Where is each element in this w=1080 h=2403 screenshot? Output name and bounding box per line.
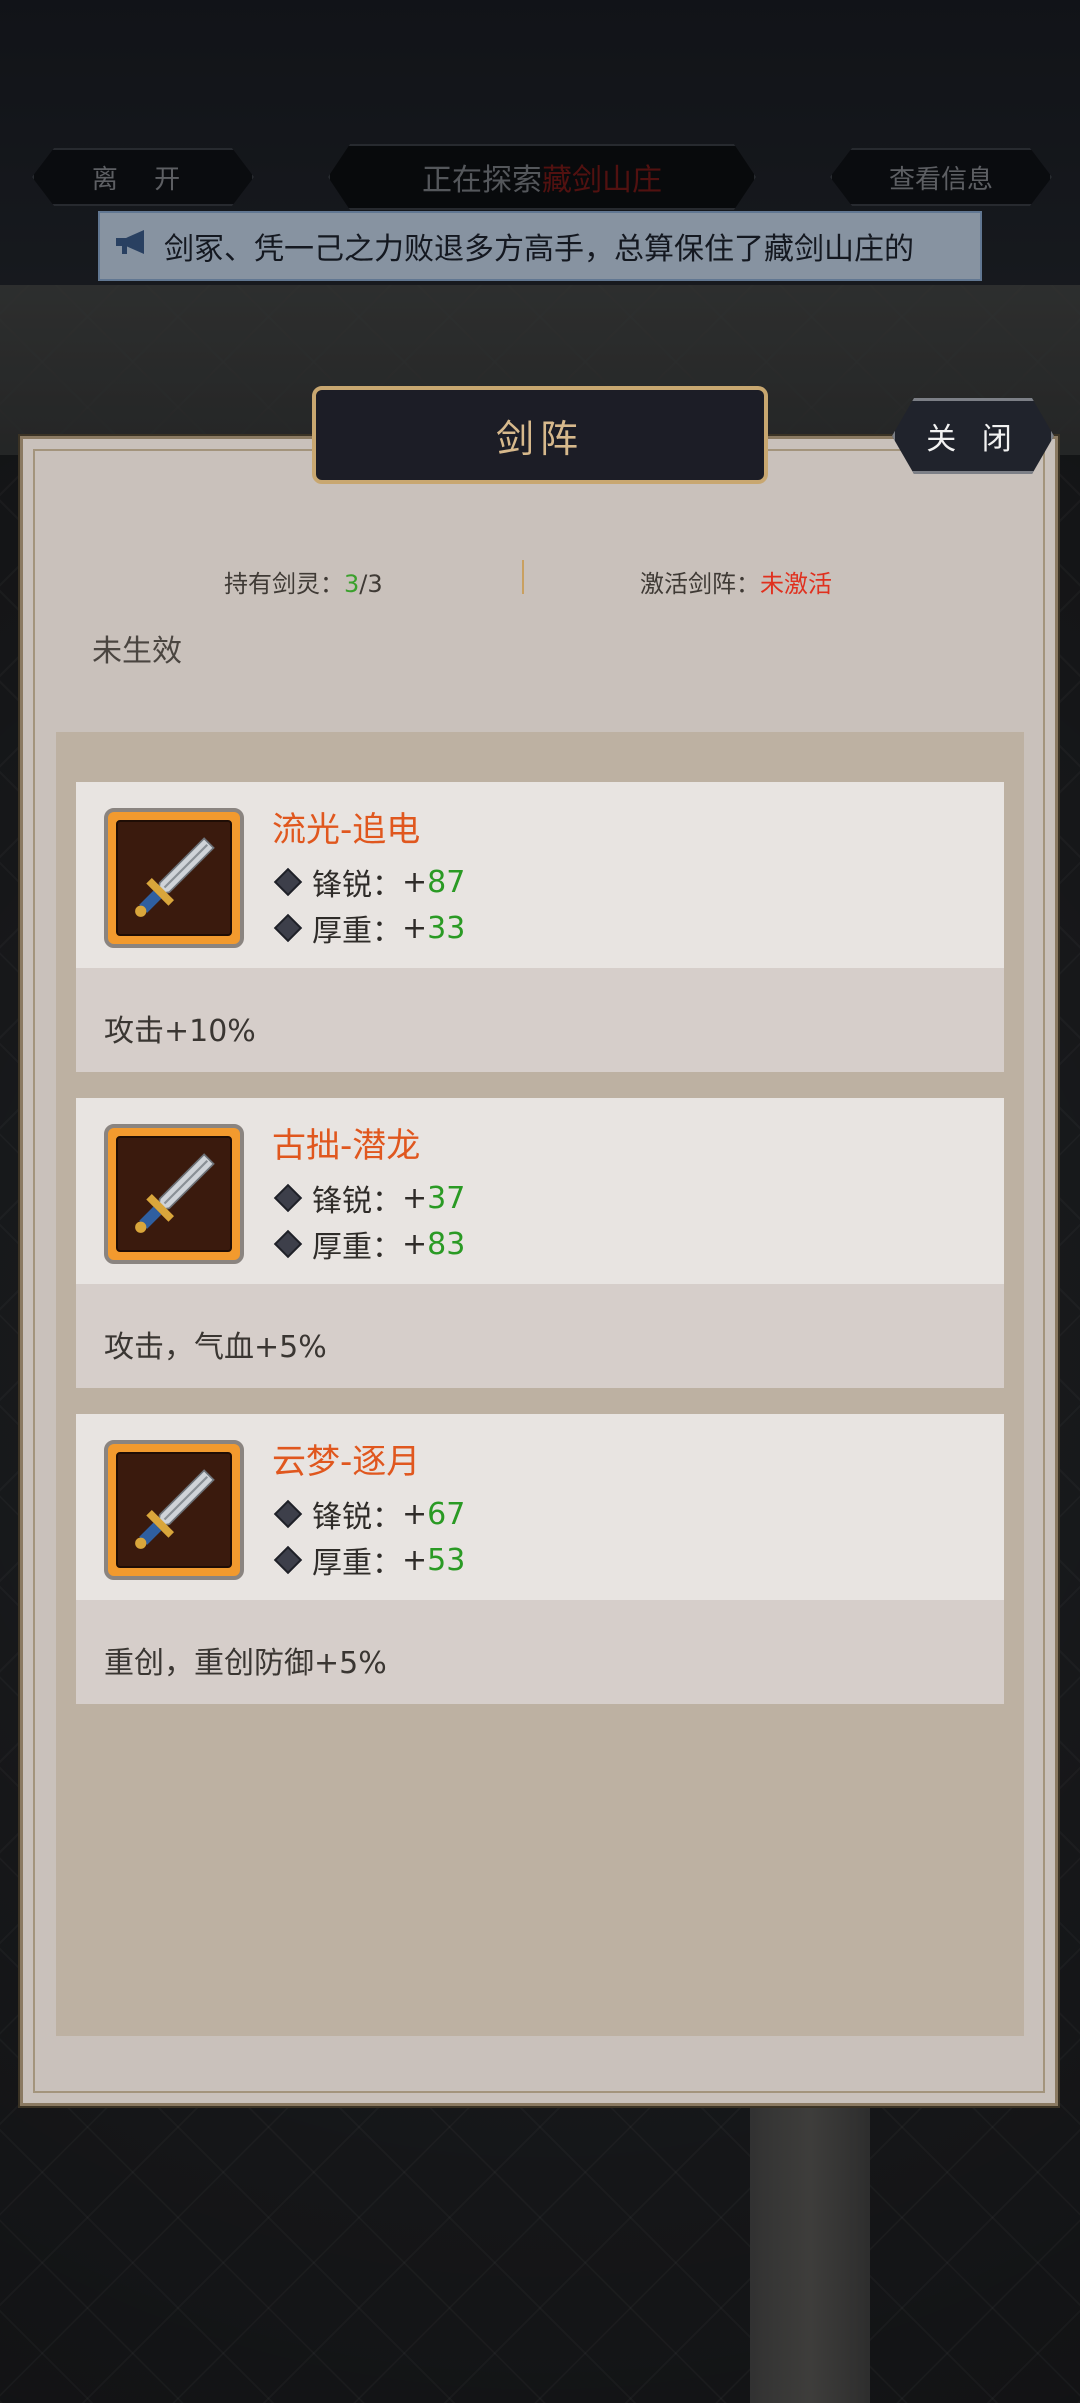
sword-icon [104, 1124, 244, 1264]
diamond-icon [273, 1499, 303, 1529]
activation-status: 激活剑阵：未激活 [640, 564, 832, 599]
close-button[interactable]: 关 闭 [892, 398, 1054, 474]
sword-name: 云梦-逐月 [272, 1442, 421, 1482]
sharpness-value: 87 [427, 864, 466, 900]
sharpness-label: 锋锐： [312, 868, 402, 903]
sharpness-label: 锋锐： [312, 1500, 402, 1535]
sword-icon [104, 1440, 244, 1580]
weight-value: 83 [427, 1226, 466, 1262]
held-spirits: 持有剑灵：3/3 [224, 564, 383, 599]
summary-divider [522, 560, 524, 594]
sharpness-value: 37 [427, 1180, 466, 1216]
sword-effect: 攻击+10% [104, 1014, 256, 1049]
weight-label: 厚重： [312, 1230, 402, 1265]
weight-value: 53 [427, 1542, 466, 1578]
sharpness-stat: 锋锐： +87 [272, 860, 465, 904]
panel-title: 剑阵 [312, 386, 768, 484]
weight-stat: 厚重： +33 [272, 906, 465, 950]
diamond-icon [273, 1545, 303, 1575]
held-count: 3 [344, 570, 360, 598]
weight-label: 厚重： [312, 914, 402, 949]
sword-icon [104, 808, 244, 948]
weight-stat: 厚重： +53 [272, 1538, 465, 1582]
sword-card[interactable]: 云梦-逐月 锋锐： +67 厚重： +53 重创，重创防御+5% [76, 1414, 1004, 1704]
sword-name: 流光-追电 [272, 810, 421, 850]
diamond-icon [273, 867, 303, 897]
effect-status: 未生效 [92, 634, 182, 669]
weight-stat: 厚重： +83 [272, 1222, 465, 1266]
activate-state: 未激活 [760, 570, 832, 598]
weight-value: 33 [427, 910, 466, 946]
sharpness-stat: 锋锐： +67 [272, 1492, 465, 1536]
sharpness-value: 67 [427, 1496, 466, 1532]
sword-card[interactable]: 古拙-潜龙 锋锐： +37 厚重： +83 攻击，气血+5% [76, 1098, 1004, 1388]
held-total: /3 [359, 570, 383, 598]
sword-name: 古拙-潜龙 [272, 1126, 421, 1166]
diamond-icon [273, 913, 303, 943]
sharpness-stat: 锋锐： +37 [272, 1176, 465, 1220]
sword-effect: 攻击，气血+5% [104, 1330, 327, 1365]
diamond-icon [273, 1183, 303, 1213]
weight-label: 厚重： [312, 1546, 402, 1581]
activate-label: 激活剑阵： [640, 570, 760, 598]
sword-effect: 重创，重创防御+5% [104, 1646, 387, 1681]
sword-card[interactable]: 流光-追电 锋锐： +87 厚重： +33 攻击+10% [76, 782, 1004, 1072]
held-label: 持有剑灵： [224, 570, 344, 598]
diamond-icon [273, 1229, 303, 1259]
sharpness-label: 锋锐： [312, 1184, 402, 1219]
summary-row: 持有剑灵：3/3 激活剑阵：未激活 [0, 560, 1080, 600]
